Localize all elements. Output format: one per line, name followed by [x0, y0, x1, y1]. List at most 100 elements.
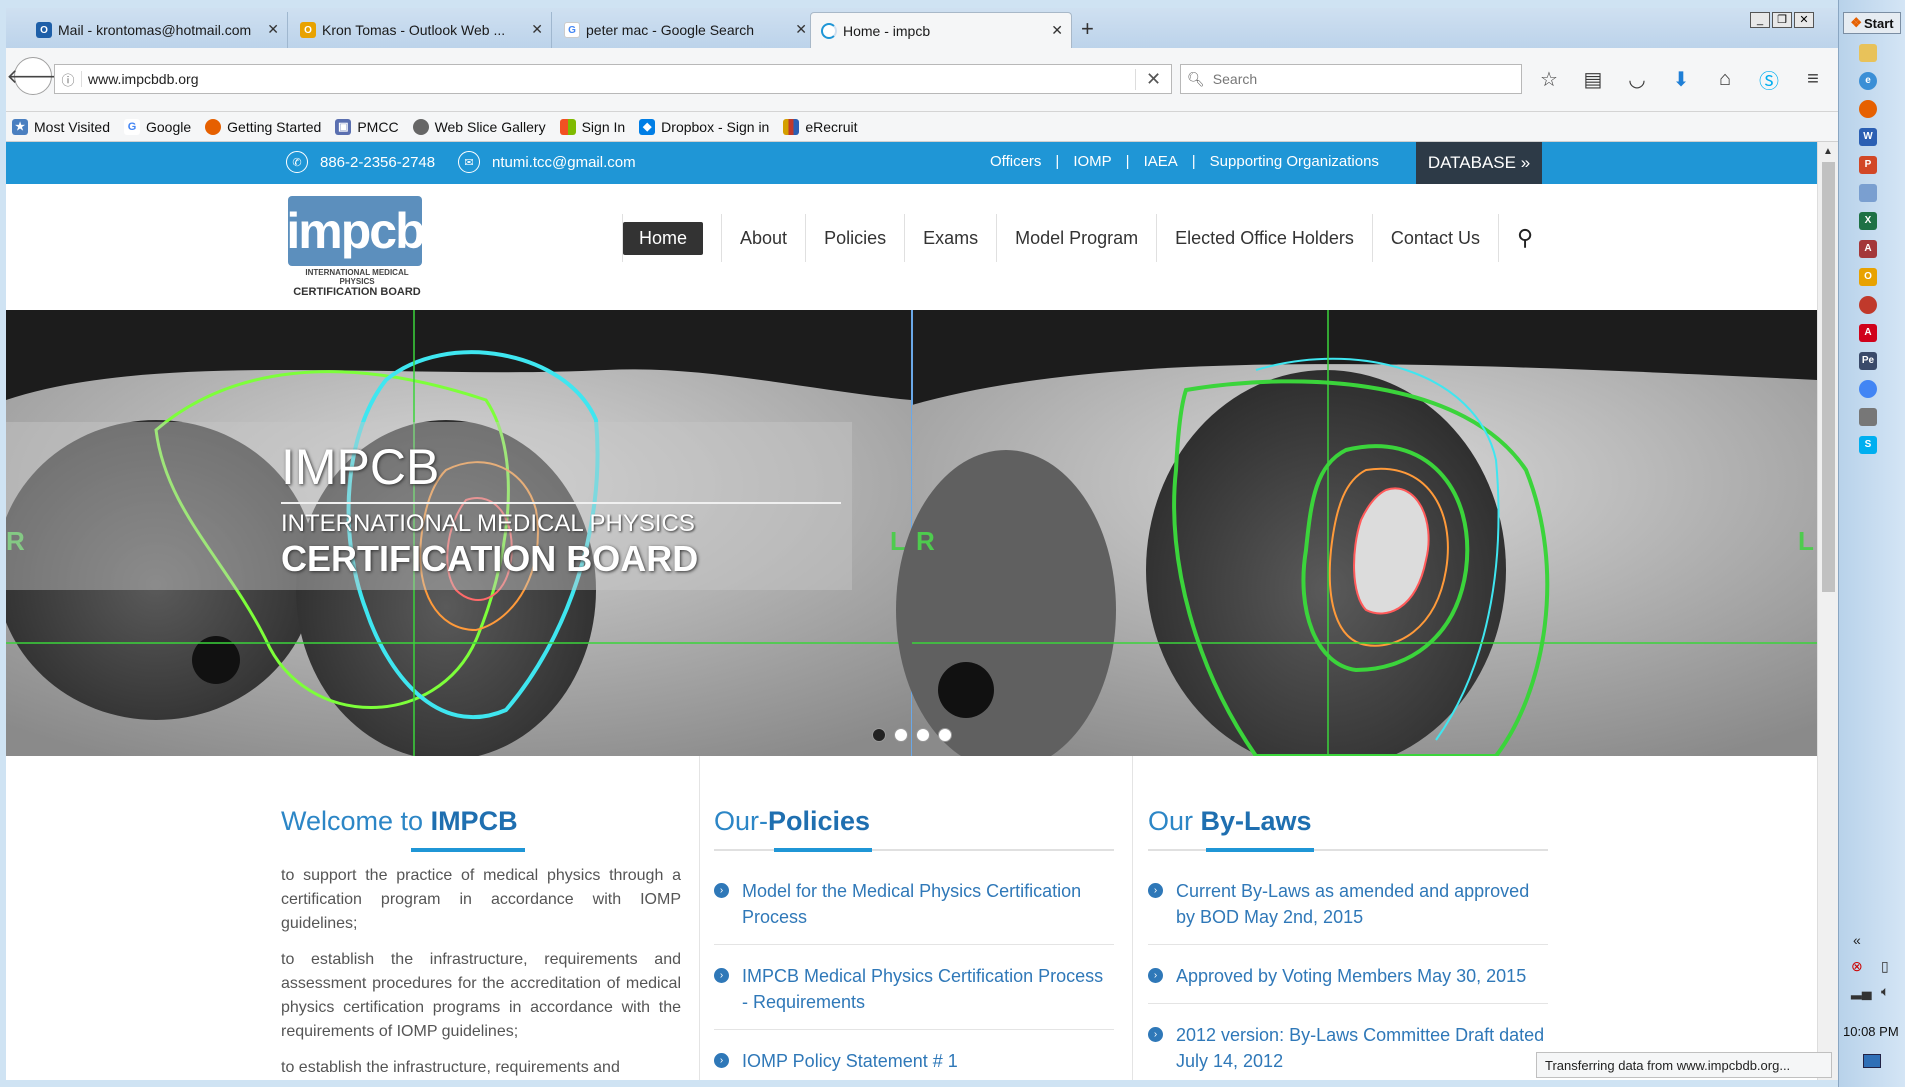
bookmark-google[interactable]: G Google	[124, 118, 191, 135]
slider-dot[interactable]	[872, 728, 886, 742]
tab-google-search[interactable]: G peter mac - Google Search ✕	[554, 12, 816, 48]
url-text[interactable]: www.impcbdb.org	[81, 71, 1135, 87]
tab-home-impcb[interactable]: Home - impcb ✕	[810, 12, 1072, 48]
url-bar[interactable]: ⓘ www.impcbdb.org ✕	[54, 64, 1172, 94]
taskbar-app-icon[interactable]	[1847, 182, 1899, 204]
bylaw-link-label: 2012 version: By-Laws Committee Draft da…	[1176, 1025, 1545, 1071]
chevron-circle-icon: ›	[1148, 883, 1163, 898]
tab-outlook-web[interactable]: O Kron Tomas - Outlook Web ... ✕	[290, 12, 552, 48]
nav-about[interactable]: About	[722, 214, 807, 262]
nav-elected-office-holders[interactable]: Elected Office Holders	[1157, 214, 1373, 262]
bookmark-sign-in[interactable]: Sign In	[559, 118, 625, 135]
dropbox-icon: ◆	[639, 118, 656, 135]
taskbar-folder-icon[interactable]	[1847, 42, 1899, 64]
nav-label: About	[740, 227, 788, 248]
download-icon[interactable]: ⬇	[1668, 66, 1694, 92]
search-input[interactable]: 🔍︎ Search	[1180, 64, 1522, 94]
bookmark-pmcc[interactable]: ▣ PMCC	[335, 118, 399, 135]
tab-mail[interactable]: O Mail - krontomas@hotmail.com ✕	[26, 12, 288, 48]
link-iaea[interactable]: IAEA	[1144, 153, 1178, 170]
restore-button[interactable]: ❐	[1772, 12, 1792, 28]
back-button[interactable]: 🡐	[6, 57, 60, 95]
taskbar-excel-icon[interactable]: X	[1847, 210, 1899, 232]
stop-icon[interactable]: ✕	[1135, 68, 1171, 90]
close-icon[interactable]: ✕	[795, 21, 807, 38]
tab-label: Kron Tomas - Outlook Web ...	[322, 22, 506, 38]
taskbar-word-icon[interactable]: W	[1847, 126, 1899, 148]
info-icon[interactable]: ⓘ	[55, 70, 81, 89]
bookmark-getting-started[interactable]: Getting Started	[205, 118, 321, 135]
nav-model-program[interactable]: Model Program	[997, 214, 1158, 262]
content-area: Welcome to IMPCB to support the practice…	[6, 756, 1817, 1080]
outlook-icon: O	[36, 22, 52, 38]
firefox-icon	[205, 118, 222, 135]
taskbar-outlook-icon[interactable]: O	[1847, 266, 1899, 288]
tray-expand-icon[interactable]: «	[1853, 932, 1861, 948]
slider-dot[interactable]	[894, 728, 908, 742]
slider-dot[interactable]	[916, 728, 930, 742]
skype-icon[interactable]: Ⓢ	[1756, 66, 1782, 93]
link-supporting-organizations[interactable]: Supporting Organizations	[1210, 153, 1379, 170]
policy-link-requirements[interactable]: › IMPCB Medical Physics Certification Pro…	[714, 963, 1114, 1030]
close-icon[interactable]: ✕	[531, 21, 543, 38]
bookmark-erecruit[interactable]: eRecruit	[783, 118, 857, 135]
nav-label: Model Program	[1015, 227, 1139, 248]
signal-icon[interactable]: ▂▄	[1851, 983, 1873, 1000]
close-icon[interactable]: ✕	[1051, 22, 1063, 39]
minimize-button[interactable]: _	[1750, 12, 1770, 28]
taskbar-tool-icon[interactable]	[1847, 406, 1899, 428]
impcb-logo[interactable]: impcb INTERNATIONAL MEDICAL PHYSICS CERT…	[286, 196, 426, 298]
link-officers[interactable]: Officers	[990, 153, 1041, 170]
nav-home[interactable]: Home	[622, 214, 723, 262]
menu-icon[interactable]: ≡	[1800, 66, 1826, 92]
taskbar-app2-icon[interactable]	[1847, 294, 1899, 316]
slider-caption: IMPCB INTERNATIONAL MEDICAL PHYSICS CERT…	[6, 422, 852, 590]
volume-icon[interactable]: 🔈︎	[1881, 983, 1903, 1000]
email-contact[interactable]: ✉ ntumi.tcc@gmail.com	[458, 151, 636, 173]
home-icon[interactable]: ⌂	[1712, 66, 1738, 92]
policy-link-model[interactable]: › Model for the Medical Physics Certifica…	[714, 878, 1114, 945]
bookmark-star-icon[interactable]: ☆	[1536, 66, 1562, 92]
start-button[interactable]: ❖ Start	[1843, 12, 1901, 34]
page-scrollbar[interactable]: ▲	[1817, 142, 1838, 1080]
nav-contact-us[interactable]: Contact Us	[1373, 214, 1499, 262]
phone-contact[interactable]: ✆ 886-2-2356-2748	[286, 151, 435, 173]
bylaw-link-approved[interactable]: › Approved by Voting Members May 30, 2015	[1148, 963, 1548, 1004]
search-icon[interactable]: ⚲	[1499, 225, 1551, 251]
taskbar-pe-icon[interactable]: Pe	[1847, 350, 1899, 372]
bookmark-most-visited[interactable]: ★ Most Visited	[12, 118, 110, 135]
show-desktop-button[interactable]	[1863, 1054, 1881, 1068]
reading-list-icon[interactable]: ▤	[1580, 66, 1606, 92]
nav-exams[interactable]: Exams	[905, 214, 998, 262]
scrollbar-thumb[interactable]	[1822, 162, 1835, 592]
close-window-button[interactable]: ✕	[1794, 12, 1814, 28]
slider-dot[interactable]	[938, 728, 952, 742]
taskbar-ie-icon[interactable]: e	[1847, 70, 1899, 92]
network-error-icon[interactable]: ⊗	[1851, 958, 1873, 975]
bookmark-web-slice-gallery[interactable]: Web Slice Gallery	[412, 118, 546, 135]
pocket-icon[interactable]: ◡	[1624, 66, 1650, 92]
taskbar-clock[interactable]: 10:08 PM	[1843, 1024, 1899, 1039]
scroll-up-icon[interactable]: ▲	[1823, 146, 1833, 157]
column-divider	[1132, 756, 1133, 1080]
taskbar-powerpoint-icon[interactable]: P	[1847, 154, 1899, 176]
taskbar-chrome-icon[interactable]	[1847, 378, 1899, 400]
browser-window: O Mail - krontomas@hotmail.com ✕ O Kron …	[6, 8, 1838, 1080]
email-address: ntumi.tcc@gmail.com	[492, 153, 636, 171]
nav-policies[interactable]: Policies	[806, 214, 906, 262]
taskbar-acrobat-icon[interactable]: A	[1847, 322, 1899, 344]
search-placeholder: Search	[1212, 71, 1258, 87]
device-icon[interactable]: ▯	[1881, 958, 1903, 975]
bylaw-link-current[interactable]: › Current By-Laws as amended and approved…	[1148, 878, 1548, 945]
taskbar-access-icon[interactable]: A	[1847, 238, 1899, 260]
new-tab-button[interactable]: +	[1081, 16, 1094, 42]
policy-link-statement[interactable]: › IOMP Policy Statement # 1	[714, 1048, 1114, 1080]
taskbar-firefox-icon[interactable]	[1847, 98, 1899, 120]
database-button[interactable]: DATABASE »	[1416, 142, 1542, 184]
link-iomp[interactable]: IOMP	[1073, 153, 1111, 170]
chevron-circle-icon: ›	[1148, 1027, 1163, 1042]
bookmark-dropbox[interactable]: ◆ Dropbox - Sign in	[639, 118, 769, 135]
close-icon[interactable]: ✕	[267, 21, 279, 38]
taskbar-skype-icon[interactable]: S	[1847, 434, 1899, 456]
bylaw-link-2012[interactable]: › 2012 version: By-Laws Committee Draft d…	[1148, 1022, 1548, 1080]
